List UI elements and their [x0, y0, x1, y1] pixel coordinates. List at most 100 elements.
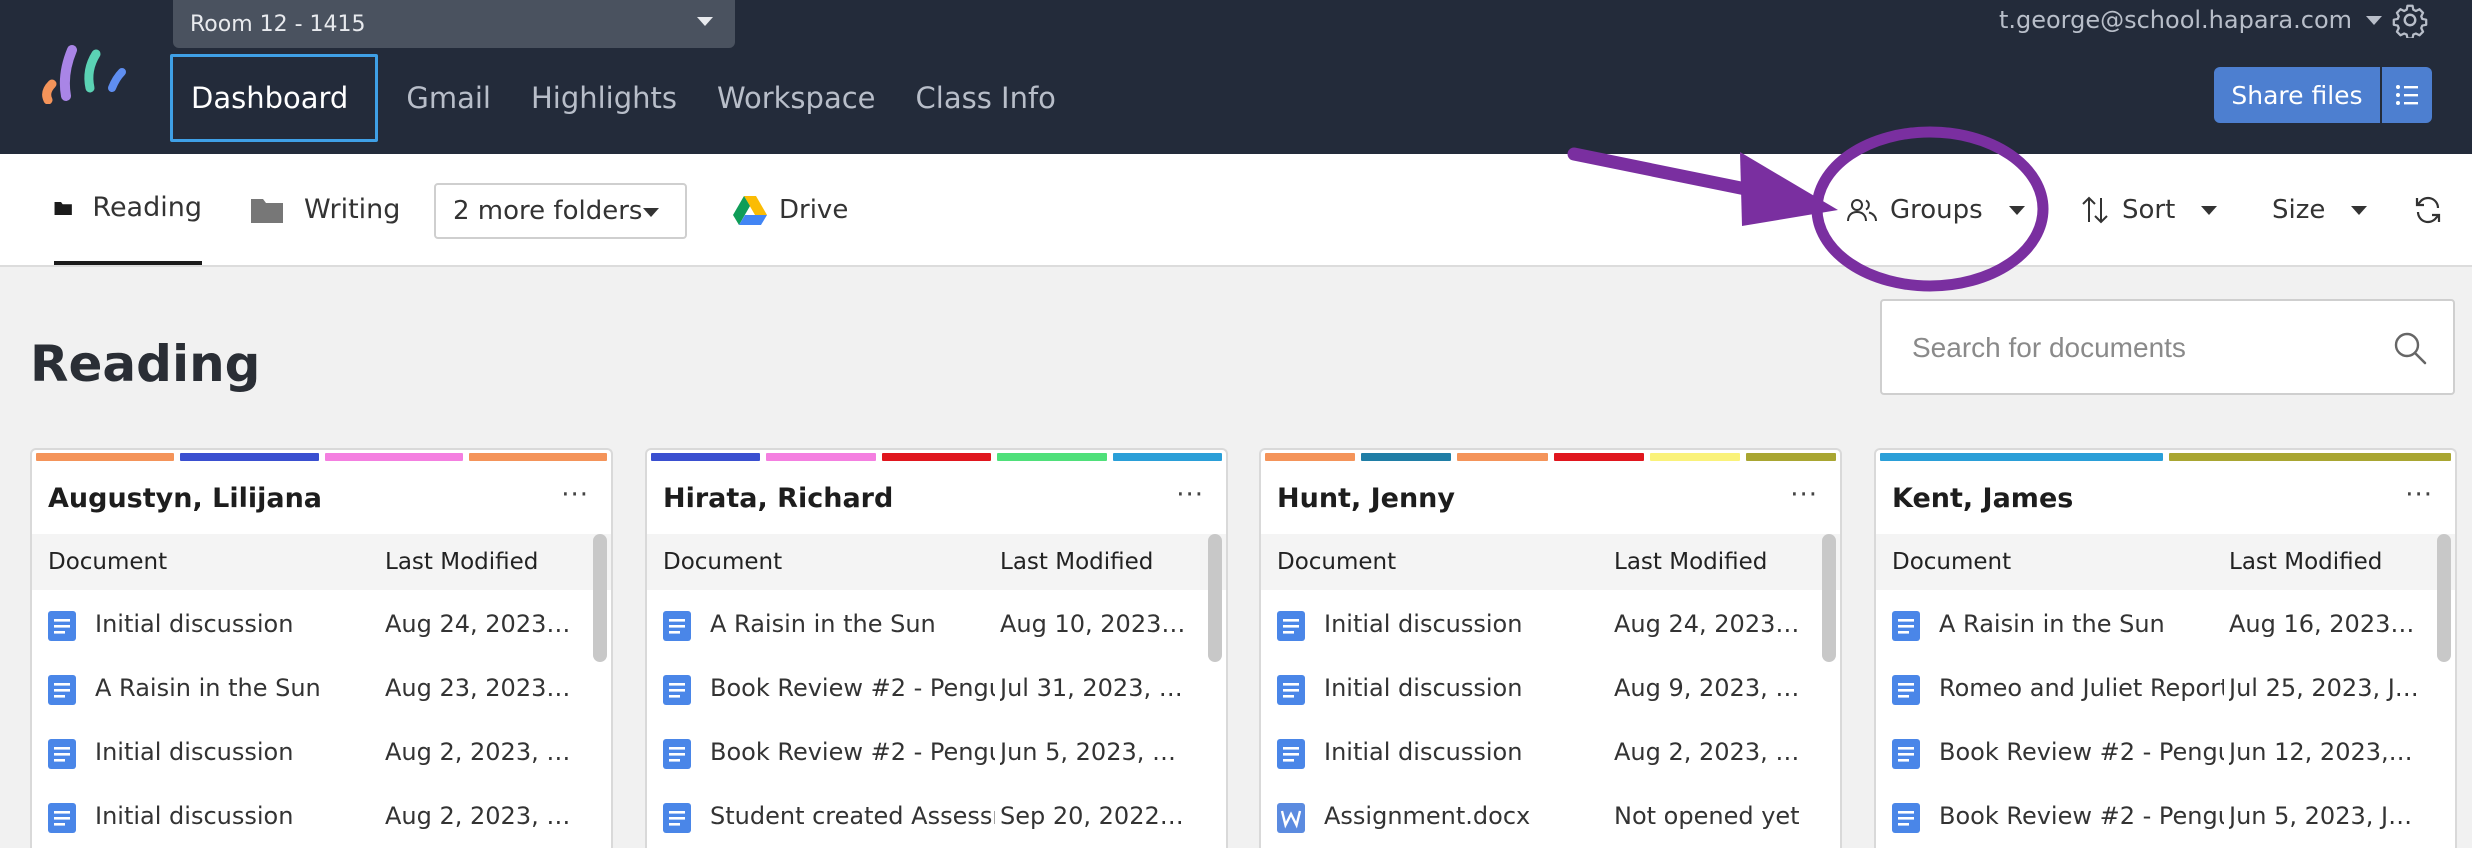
document-title[interactable]: Initial discussion	[95, 802, 380, 830]
more-options-icon[interactable]: ···	[2405, 482, 2433, 508]
column-header-last-modified[interactable]: Last Modified	[2229, 549, 2382, 575]
document-title[interactable]: A Raisin in the Sun	[1939, 610, 2224, 638]
scrollbar[interactable]	[593, 534, 607, 848]
sort-label: Sort	[2122, 195, 2176, 225]
gear-icon[interactable]	[2392, 2, 2428, 38]
document-last-modified: Aug 16, 2023, J...	[2229, 610, 2419, 638]
more-options-icon[interactable]: ···	[561, 482, 589, 508]
more-options-icon[interactable]: ···	[1176, 482, 1204, 508]
group-color-segment	[997, 453, 1107, 461]
scrollbar[interactable]	[2437, 534, 2451, 848]
group-color-segment	[1112, 453, 1223, 461]
column-header-document[interactable]: Document	[48, 549, 167, 575]
column-header-last-modified[interactable]: Last Modified	[1614, 549, 1767, 575]
document-title[interactable]: Student created Assessm	[710, 802, 995, 830]
user-account-menu[interactable]: t.george@school.hapara.com	[1999, 6, 2382, 34]
document-title[interactable]: Assignment.docx	[1324, 802, 1609, 830]
document-row[interactable]: Initial discussionAug 24, 2023, L...	[32, 592, 595, 656]
group-color-segment	[651, 453, 761, 461]
refresh-button[interactable]	[2412, 182, 2444, 238]
scrollbar-thumb[interactable]	[1208, 534, 1222, 662]
scrollbar-thumb[interactable]	[1822, 534, 1836, 662]
document-title[interactable]: Book Review #2 - Pengui	[1939, 802, 2224, 830]
scrollbar-thumb[interactable]	[2437, 534, 2451, 662]
drive-button[interactable]: Drive	[733, 182, 848, 238]
document-title[interactable]: A Raisin in the Sun	[710, 610, 995, 638]
group-color-bar	[1265, 453, 1837, 461]
column-header-document[interactable]: Document	[663, 549, 782, 575]
folder-tab-reading[interactable]: Reading	[54, 154, 202, 265]
column-header-document[interactable]: Document	[1892, 549, 2011, 575]
column-header-document[interactable]: Document	[1277, 549, 1396, 575]
tab-workspace[interactable]: Workspace	[697, 54, 896, 142]
more-options-icon[interactable]: ···	[1790, 482, 1818, 508]
scrollbar[interactable]	[1208, 534, 1222, 848]
google-doc-icon	[48, 675, 76, 705]
document-row[interactable]: Book Review #2 - PenguiJun 5, 2023, Ric.…	[647, 720, 1210, 784]
document-row[interactable]: A Raisin in the Sun Aug 16, 2023, J...	[1876, 592, 2439, 656]
document-row[interactable]: Book Review #2 - Pengui Jul 31, 2023, To.…	[647, 656, 1210, 720]
document-title[interactable]: Book Review #2 - Pengui	[710, 738, 995, 766]
document-last-modified: Aug 10, 2023, R...	[1000, 610, 1190, 638]
share-options-button[interactable]	[2382, 67, 2432, 123]
document-row[interactable]: Romeo and Juliet Report Jul 25, 2023, Ja.…	[1876, 656, 2439, 720]
google-doc-icon	[1277, 675, 1305, 705]
student-name[interactable]: Hunt, Jenny	[1277, 483, 1455, 514]
document-title[interactable]: Initial discussion	[95, 610, 380, 638]
document-title[interactable]: Initial discussion	[95, 738, 380, 766]
size-dropdown[interactable]: Size	[2272, 182, 2368, 238]
document-title[interactable]: A Raisin in the Sun	[95, 674, 380, 702]
column-header-last-modified[interactable]: Last Modified	[385, 549, 538, 575]
document-row[interactable]: A Raisin in the SunAug 10, 2023, R...	[647, 592, 1210, 656]
scrollbar[interactable]	[1822, 534, 1836, 848]
google-doc-icon	[1892, 611, 1920, 641]
search-icon[interactable]	[2393, 331, 2427, 365]
sort-dropdown[interactable]: Sort	[2080, 182, 2218, 238]
tab-dashboard[interactable]: Dashboard	[170, 54, 379, 142]
tab-highlights[interactable]: Highlights	[511, 54, 697, 142]
group-color-segment	[1745, 453, 1837, 461]
folder-tab-writing[interactable]: Writing	[250, 154, 400, 265]
search-input[interactable]	[1912, 325, 2392, 371]
more-folders-dropdown[interactable]: 2 more folders	[434, 183, 687, 239]
document-title[interactable]: Initial discussion	[1324, 610, 1609, 638]
google-doc-icon	[663, 611, 691, 641]
tab-gmail[interactable]: Gmail	[386, 54, 511, 142]
document-row[interactable]: Initial discussionAug 2, 2023, Lili...	[32, 784, 595, 848]
main-nav: Dashboard Gmail Highlights Workspace Cla…	[170, 54, 1076, 142]
groups-dropdown[interactable]: Groups	[1846, 182, 2025, 238]
google-doc-icon	[663, 675, 691, 705]
document-row[interactable]: Initial discussion Aug 2, 2023, Je...	[1261, 720, 1824, 784]
document-row[interactable]: Initial discussion Aug 9, 2023, Je...	[1261, 656, 1824, 720]
document-last-modified: Not opened yet	[1614, 802, 1800, 830]
document-title[interactable]: Book Review #2 - Pengui	[1939, 738, 2224, 766]
document-row[interactable]: Initial discussion Aug 24, 2023, J...	[1261, 592, 1824, 656]
document-title[interactable]: Initial discussion	[1324, 674, 1609, 702]
more-folders-label: 2 more folders	[453, 196, 643, 226]
student-name[interactable]: Hirata, Richard	[663, 483, 893, 514]
scrollbar-thumb[interactable]	[593, 534, 607, 662]
document-title[interactable]: Book Review #2 - Pengui	[710, 674, 995, 702]
table-header: Document Last Modified	[1261, 534, 1840, 590]
student-name[interactable]: Kent, James	[1892, 483, 2073, 514]
document-row[interactable]: Student created AssessmSep 20, 2022, R..…	[647, 784, 1210, 848]
hapara-logo[interactable]	[40, 44, 132, 104]
document-row[interactable]: Initial discussionAug 2, 2023, Lili...	[32, 720, 595, 784]
tab-class-info[interactable]: Class Info	[896, 54, 1076, 142]
document-row[interactable]: Book Review #2 - PenguiJun 12, 2023, Ja.…	[1876, 720, 2439, 784]
share-files-button[interactable]: Share files	[2214, 67, 2380, 123]
chevron-down-icon	[2351, 205, 2368, 215]
document-title[interactable]: Romeo and Juliet Report	[1939, 674, 2224, 702]
document-row[interactable]: A Raisin in the SunAug 23, 2023, L...	[32, 656, 595, 720]
document-last-modified: Sep 20, 2022, R...	[1000, 802, 1190, 830]
document-row[interactable]: Assignment.docx Not opened yet	[1261, 784, 1824, 848]
document-title[interactable]: Initial discussion	[1324, 738, 1609, 766]
google-drive-icon	[733, 196, 767, 225]
group-color-segment	[468, 453, 607, 461]
column-header-last-modified[interactable]: Last Modified	[1000, 549, 1153, 575]
document-row[interactable]: Book Review #2 - Pengui Jun 5, 2023, Ja..…	[1876, 784, 2439, 848]
group-color-segment	[1457, 453, 1548, 461]
room-selector[interactable]: Room 12 - 1415	[173, 0, 735, 48]
document-last-modified: Aug 2, 2023, Je...	[1614, 738, 1804, 766]
student-name[interactable]: Augustyn, Lilijana	[48, 483, 322, 514]
